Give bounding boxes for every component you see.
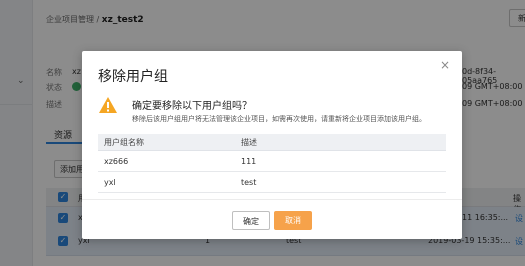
close-icon[interactable]: × bbox=[440, 59, 450, 71]
table-row: xz666 111 bbox=[98, 150, 446, 172]
warning-title: 确定要移除以下用户组吗？ bbox=[132, 101, 252, 112]
confirm-button[interactable]: 确定 bbox=[232, 211, 270, 230]
group-name-cell: xz666 bbox=[98, 150, 235, 172]
column-header-group-name: 用户组名称 bbox=[98, 134, 235, 151]
warning-subtitle: 移除后该用户组用户将无法管理该企业项目，如需再次使用，请重新将企业项目添加该用户… bbox=[132, 115, 426, 123]
remove-user-group-dialog: 移除用户组 × 确定要移除以下用户组吗？ 移除后该用户组用户将无法管理该企业项目… bbox=[82, 51, 462, 239]
column-header-description: 描述 bbox=[235, 134, 446, 151]
table-header-row: 用户组名称 描述 bbox=[98, 134, 446, 151]
user-group-table: 用户组名称 描述 xz666 111 yxl test bbox=[98, 134, 446, 193]
cancel-button[interactable]: 取消 bbox=[274, 211, 312, 230]
dialog-title: 移除用户组 bbox=[98, 69, 168, 85]
warning-icon bbox=[99, 97, 117, 113]
dialog-footer-divider bbox=[82, 199, 462, 200]
group-name-cell: yxl bbox=[98, 171, 235, 193]
group-desc-cell: 111 bbox=[235, 150, 446, 172]
table-row: yxl test bbox=[98, 171, 446, 193]
group-desc-cell: test bbox=[235, 171, 446, 193]
